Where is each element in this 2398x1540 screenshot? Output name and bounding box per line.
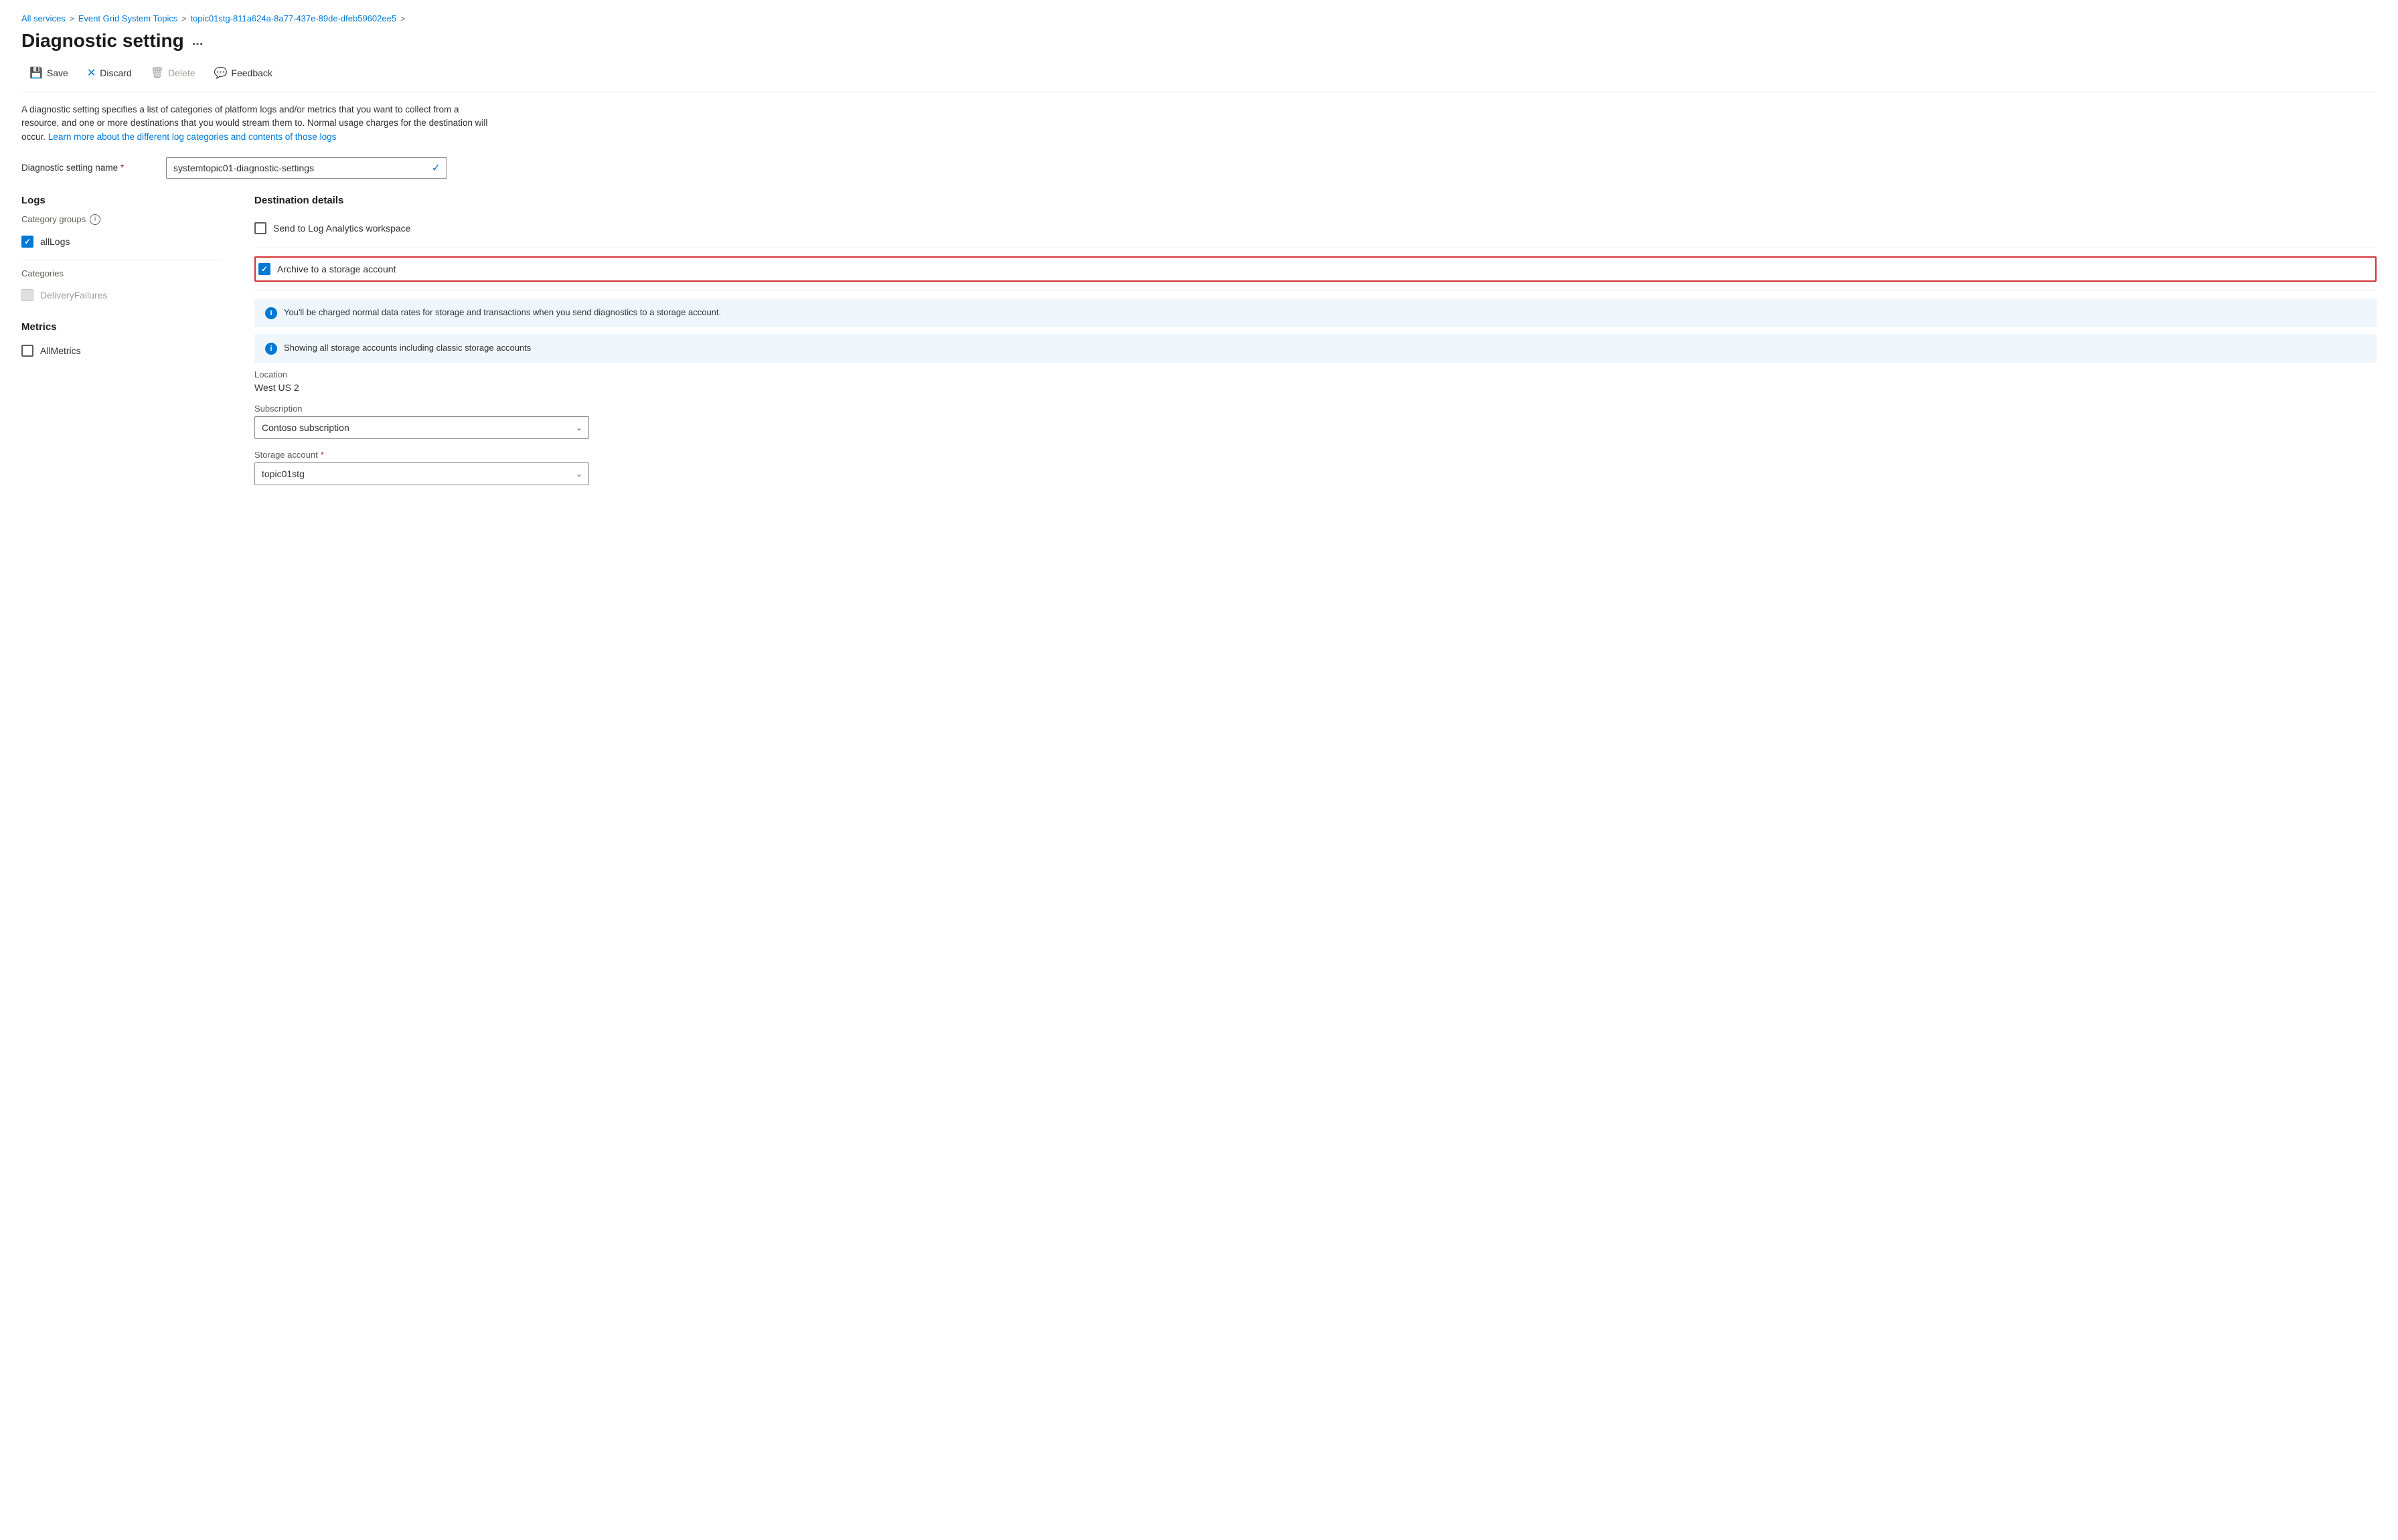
- all-logs-checkbox[interactable]: [21, 236, 33, 248]
- logs-section-title: Logs: [21, 195, 222, 206]
- description-text: A diagnostic setting specifies a list of…: [21, 103, 490, 144]
- discard-button[interactable]: ✕ Discard: [79, 62, 140, 84]
- feedback-button[interactable]: 💬 Feedback: [206, 62, 281, 84]
- storage-info-box-1: i You'll be charged normal data rates fo…: [254, 298, 2377, 327]
- storage-info-box-2: i Showing all storage accounts including…: [254, 334, 2377, 363]
- save-button[interactable]: 💾 Save: [21, 62, 76, 84]
- category-groups-info-icon[interactable]: i: [90, 214, 100, 225]
- storage-account-select[interactable]: topic01stg: [254, 462, 589, 485]
- info-text-1: You'll be charged normal data rates for …: [284, 307, 721, 319]
- learn-more-link[interactable]: Learn more about the different log categ…: [48, 132, 337, 142]
- all-logs-label: allLogs: [40, 236, 70, 247]
- breadcrumb-sep-2: >: [181, 14, 186, 23]
- all-logs-row: allLogs: [21, 232, 222, 252]
- all-metrics-label: AllMetrics: [40, 345, 81, 356]
- diagnostic-setting-name-row: Diagnostic setting name * ✓: [21, 157, 2377, 179]
- right-panel: Destination details Send to Log Analytic…: [254, 195, 2377, 496]
- info-text-2: Showing all storage accounts including c…: [284, 342, 531, 354]
- archive-storage-row: Archive to a storage account: [254, 256, 2377, 282]
- left-panel: Logs Category groups i allLogs Categorie…: [21, 195, 222, 496]
- destination-title: Destination details: [254, 195, 2377, 206]
- all-metrics-checkbox[interactable]: [21, 345, 33, 357]
- breadcrumb-all-services[interactable]: All services: [21, 13, 66, 23]
- categories-label: Categories: [21, 268, 222, 278]
- category-groups-label: Category groups i: [21, 214, 222, 225]
- location-field: Location West US 2: [254, 369, 2377, 393]
- delete-button[interactable]: 🗑 Delete: [143, 62, 204, 84]
- page-title: Diagnostic setting ...: [21, 30, 2377, 52]
- main-content: Logs Category groups i allLogs Categorie…: [21, 195, 2377, 496]
- diagnostic-name-label: Diagnostic setting name *: [21, 163, 155, 173]
- storage-account-field: Storage account * topic01stg ⌄: [254, 450, 2377, 485]
- breadcrumb-topic[interactable]: topic01stg-811a624a-8a77-437e-89de-dfeb5…: [190, 13, 396, 23]
- diagnostic-name-input-wrapper: ✓: [166, 157, 447, 179]
- breadcrumb-sep-1: >: [70, 14, 74, 23]
- breadcrumb-sep-3: >: [400, 14, 405, 23]
- discard-icon: ✕: [87, 66, 96, 80]
- all-metrics-row: AllMetrics: [21, 341, 222, 361]
- subscription-select-wrapper: Contoso subscription ⌄: [254, 416, 589, 439]
- metrics-section: Metrics AllMetrics: [21, 321, 222, 361]
- input-valid-icon: ✓: [432, 161, 441, 175]
- feedback-icon: 💬: [214, 66, 228, 80]
- log-analytics-label: Send to Log Analytics workspace: [273, 223, 410, 234]
- delivery-failures-row: DeliveryFailures: [21, 285, 222, 305]
- storage-account-label: Storage account *: [254, 450, 2377, 460]
- subscription-label: Subscription: [254, 404, 2377, 414]
- diagnostic-name-input[interactable]: [166, 157, 447, 179]
- delete-icon: 🗑: [151, 66, 164, 80]
- save-icon: 💾: [29, 66, 43, 80]
- more-options-icon[interactable]: ...: [192, 33, 204, 49]
- subscription-select[interactable]: Contoso subscription: [254, 416, 589, 439]
- storage-account-select-wrapper: topic01stg ⌄: [254, 462, 589, 485]
- log-analytics-checkbox[interactable]: [254, 222, 266, 234]
- metrics-section-title: Metrics: [21, 321, 222, 333]
- info-icon-2: i: [265, 343, 277, 355]
- archive-storage-checkbox[interactable]: [258, 263, 270, 275]
- delivery-failures-checkbox[interactable]: [21, 289, 33, 301]
- subscription-field: Subscription Contoso subscription ⌄: [254, 404, 2377, 439]
- toolbar: 💾 Save ✕ Discard 🗑 Delete 💬 Feedback: [21, 62, 2377, 92]
- breadcrumb: All services > Event Grid System Topics …: [21, 13, 2377, 23]
- breadcrumb-event-grid[interactable]: Event Grid System Topics: [78, 13, 178, 23]
- log-analytics-row: Send to Log Analytics workspace: [254, 217, 2377, 240]
- info-icon-1: i: [265, 307, 277, 319]
- delivery-failures-label: DeliveryFailures: [40, 290, 107, 301]
- location-value: West US 2: [254, 382, 2377, 393]
- location-label: Location: [254, 369, 2377, 379]
- archive-storage-label: Archive to a storage account: [277, 264, 396, 274]
